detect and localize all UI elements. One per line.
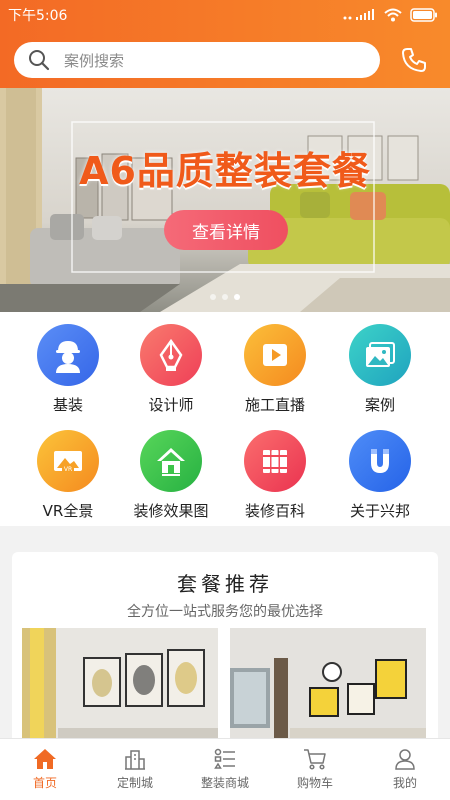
vr-icon: VR xyxy=(37,430,99,492)
grid-item-vr-panorama[interactable]: VR VR全景 xyxy=(12,430,124,530)
magnet-icon xyxy=(349,430,411,492)
grid-label: VR全景 xyxy=(42,502,94,520)
books-icon xyxy=(244,430,306,492)
grid-label: 关于兴邦 xyxy=(349,502,410,520)
tab-label: 定制城 xyxy=(116,776,153,790)
play-icon xyxy=(244,324,306,386)
status-time: 下午5:06 xyxy=(8,8,68,24)
grid-label: 设计师 xyxy=(148,396,194,414)
search-icon xyxy=(29,50,50,71)
grid-item-effect-images[interactable]: 装修效果图 xyxy=(115,430,227,530)
tab-mall[interactable]: 整装商城 xyxy=(180,739,270,800)
tab-home[interactable]: 首页 xyxy=(0,739,90,800)
phone-icon[interactable] xyxy=(400,46,428,74)
picture-icon xyxy=(349,324,411,386)
section-subtitle: 全方位一站式服务您的最优选择 xyxy=(127,604,323,620)
grid-label: 案例 xyxy=(364,396,395,414)
grid-item-about[interactable]: 关于兴邦 xyxy=(324,430,436,530)
carousel-dot[interactable] xyxy=(210,294,216,300)
grid-label: 基装 xyxy=(52,396,83,414)
tab-label: 购物车 xyxy=(296,776,333,790)
city-icon xyxy=(125,750,145,770)
room-image xyxy=(230,628,426,752)
tab-mine[interactable]: 我的 xyxy=(360,739,450,800)
grid-label: 施工直播 xyxy=(244,396,305,414)
bottom-tab-bar: 首页 定制城 整装商城 购物车 我的 xyxy=(0,738,450,800)
house-icon xyxy=(140,430,202,492)
category-grid: 基装 设计师 施工直播 案例 VR VR全景 装修效果图 装修百科 关于兴邦 xyxy=(0,312,450,526)
carousel-indicator xyxy=(210,294,240,300)
section-title: 套餐推荐 xyxy=(177,572,273,596)
room-image xyxy=(22,628,218,752)
battery-icon xyxy=(410,8,437,22)
grid-label: 装修效果图 xyxy=(133,502,209,520)
carousel-dot[interactable] xyxy=(222,294,228,300)
view-details-button[interactable]: 查看详情 xyxy=(164,210,288,250)
worker-icon xyxy=(37,324,99,386)
tab-label: 整装商城 xyxy=(200,776,249,790)
signal-icon xyxy=(343,9,374,20)
grid-item-live-construction[interactable]: 施工直播 xyxy=(219,324,331,424)
tab-cart[interactable]: 购物车 xyxy=(270,739,360,800)
tab-label: 我的 xyxy=(392,776,417,790)
promo-banner[interactable]: A6品质整装套餐 查看详情 xyxy=(0,88,450,312)
svg-text:VR: VR xyxy=(64,466,72,473)
grid-item-designer[interactable]: 设计师 xyxy=(115,324,227,424)
cart-icon xyxy=(304,749,326,770)
package-recommend-section: 套餐推荐 全方位一站式服务您的最优选择 xyxy=(12,552,438,752)
status-icons xyxy=(342,8,438,22)
carousel-dot-active[interactable] xyxy=(234,294,240,300)
search-input[interactable]: 案例搜索 xyxy=(14,42,380,78)
header: 下午5:06 案例搜索 xyxy=(0,0,450,88)
package-card-image[interactable] xyxy=(22,628,218,752)
package-card-image[interactable] xyxy=(230,628,426,752)
tab-custom-city[interactable]: 定制城 xyxy=(90,739,180,800)
grid-label: 装修百科 xyxy=(244,502,305,520)
grid-item-basic-renovation[interactable]: 基装 xyxy=(12,324,124,424)
grid-item-cases[interactable]: 案例 xyxy=(324,324,436,424)
wifi-icon xyxy=(384,8,402,22)
search-placeholder: 案例搜索 xyxy=(64,51,125,70)
home-icon xyxy=(34,749,56,769)
list-icon xyxy=(214,748,235,769)
tab-label: 首页 xyxy=(32,776,57,790)
pen-nib-icon xyxy=(140,324,202,386)
status-bar: 下午5:06 xyxy=(0,0,450,30)
living-room-image xyxy=(0,88,450,312)
banner-title: A6品质整装套餐 xyxy=(79,149,371,193)
grid-item-encyclopedia[interactable]: 装修百科 xyxy=(219,430,331,530)
user-icon xyxy=(395,749,415,770)
